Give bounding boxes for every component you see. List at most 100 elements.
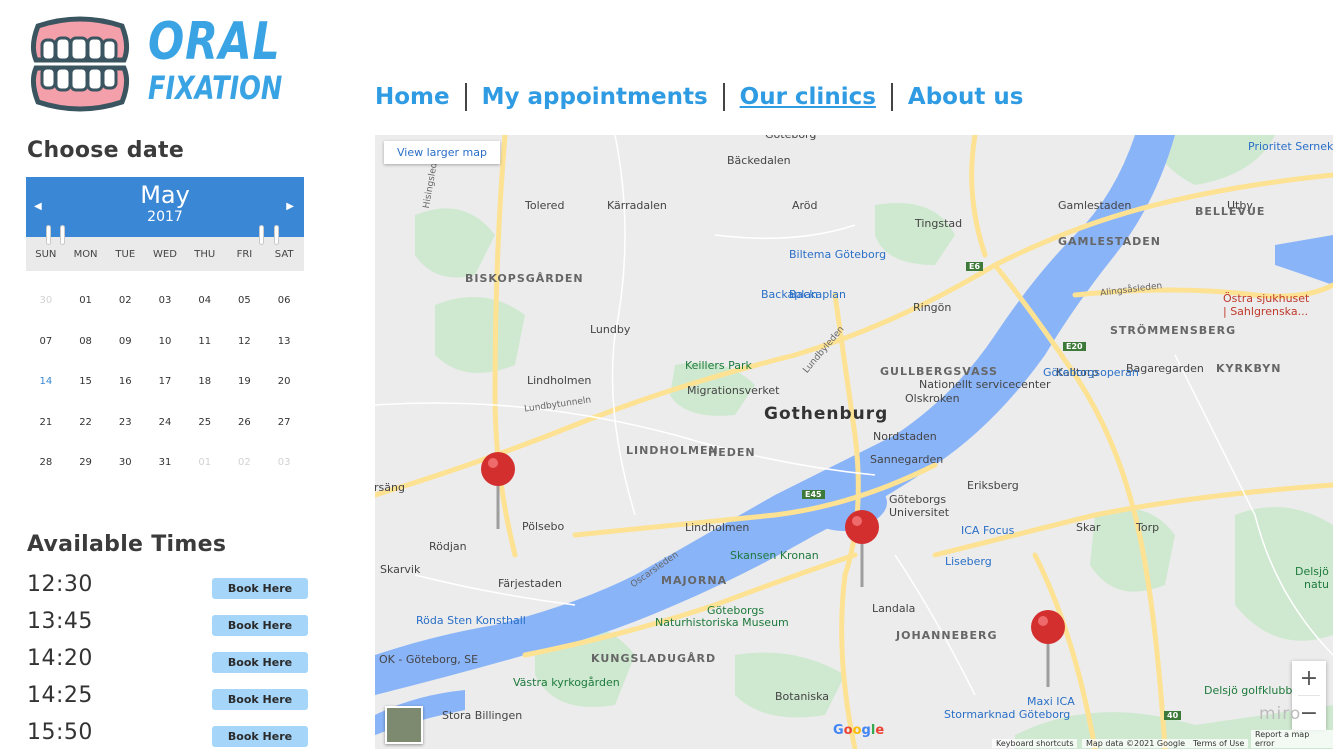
calendar-day[interactable]: 09 xyxy=(105,322,145,363)
calendar-day[interactable]: 21 xyxy=(26,403,66,444)
road-shield: E6 xyxy=(966,262,984,271)
map-place-label: Olskroken xyxy=(905,392,960,405)
calendar-day[interactable]: 14 xyxy=(26,362,66,403)
calendar-day[interactable]: 25 xyxy=(185,403,225,444)
nav-my-appointments[interactable]: My appointments xyxy=(467,82,723,112)
map-place-label: GAMLESTADEN xyxy=(1058,235,1161,248)
book-here-button[interactable]: Book Here xyxy=(212,615,308,636)
time-slot-label: 12:30 xyxy=(27,572,93,597)
view-larger-map-button[interactable]: View larger map xyxy=(384,141,500,164)
calendar-day[interactable]: 11 xyxy=(185,322,225,363)
calendar-day[interactable]: 15 xyxy=(66,362,106,403)
calendar-day[interactable]: 01 xyxy=(66,281,106,322)
map-place-label: Rödjan xyxy=(429,540,467,553)
map-place-label: MAJORNA xyxy=(661,574,728,587)
time-slot-row: 14:25 Book Here xyxy=(27,679,317,716)
main-nav: Home My appointments Our clinics About u… xyxy=(375,82,1038,112)
time-slot-row: 15:50 Book Here xyxy=(27,716,317,753)
time-slot-row: 13:45 Book Here xyxy=(27,605,317,642)
clinics-map[interactable]: Göteborg Bäckedalen Tolered Kärradalen Aröd T… xyxy=(375,135,1333,749)
calendar-day[interactable]: 02 xyxy=(105,281,145,322)
weekday-label: SUN xyxy=(35,248,57,260)
calendar-day[interactable]: 07 xyxy=(26,322,66,363)
time-slot-label: 13:45 xyxy=(27,609,93,634)
map-place-label: natu xyxy=(1304,578,1329,591)
map-place-label: JOHANNEBERG xyxy=(896,629,998,642)
nav-our-clinics[interactable]: Our clinics xyxy=(725,82,891,112)
dentures-icon xyxy=(30,16,130,112)
book-here-button[interactable]: Book Here xyxy=(212,578,308,599)
map-place-label: Torp xyxy=(1136,521,1160,534)
nav-about-us[interactable]: About us xyxy=(893,82,1039,112)
clinic-pin-icon[interactable] xyxy=(1030,609,1066,689)
calendar-day[interactable]: 03 xyxy=(264,443,304,484)
map-place-label: Prioritet Serneke xyxy=(1248,140,1333,153)
calendar-day[interactable]: 08 xyxy=(66,322,106,363)
calendar-ring-decoration xyxy=(46,225,51,245)
calendar-day[interactable]: 12 xyxy=(225,322,265,363)
zoom-in-button[interactable]: + xyxy=(1292,661,1326,695)
map-place-label: Pölsebo xyxy=(522,520,565,533)
map-place-label: KUNGSLADUGÅRD xyxy=(591,652,717,665)
calendar-day[interactable]: 18 xyxy=(185,362,225,403)
map-data-attribution: Map data ©2021 Google xyxy=(1082,739,1190,748)
clinic-pin-icon[interactable] xyxy=(844,509,880,589)
calendar-day[interactable]: 20 xyxy=(264,362,304,403)
map-canvas xyxy=(375,135,1333,749)
calendar-day[interactable]: 16 xyxy=(105,362,145,403)
clinic-pin-icon[interactable] xyxy=(480,451,516,531)
map-place-label: Stormarknad Göteborg xyxy=(944,708,1071,721)
brand-logo[interactable]: ORAL FIXATION xyxy=(30,14,282,119)
time-slot-list: 12:30 Book Here 13:45 Book Here 14:20 Book He… xyxy=(27,568,317,753)
calendar-day[interactable]: 28 xyxy=(26,443,66,484)
calendar-day[interactable]: 24 xyxy=(145,403,185,444)
calendar-day[interactable]: 04 xyxy=(185,281,225,322)
map-place-label: Stora Billingen xyxy=(442,709,523,722)
calendar-day[interactable]: 22 xyxy=(66,403,106,444)
watermark: miro xyxy=(1259,704,1302,724)
report-map-error-link[interactable]: Report a map error xyxy=(1251,730,1333,748)
map-place-label: BELLEVUE xyxy=(1195,205,1266,218)
calendar-ring-decoration xyxy=(259,225,264,245)
map-place-label: ICA Focus xyxy=(961,524,1015,537)
nav-home[interactable]: Home xyxy=(375,82,465,112)
book-here-button[interactable]: Book Here xyxy=(212,652,308,673)
map-place-label: Gamlestaden xyxy=(1058,199,1132,212)
calendar-day[interactable]: 30 xyxy=(105,443,145,484)
map-place-label: Maxi ICA xyxy=(1027,695,1075,708)
calendar-day[interactable]: 23 xyxy=(105,403,145,444)
time-slot-label: 15:50 xyxy=(27,720,93,745)
weekday-label: WED xyxy=(153,248,177,260)
calendar-day[interactable]: 30 xyxy=(26,281,66,322)
map-place-label: HEDEN xyxy=(708,446,756,459)
calendar-day[interactable]: 17 xyxy=(145,362,185,403)
keyboard-shortcuts-link[interactable]: Keyboard shortcuts xyxy=(992,739,1078,748)
road-shield: 40 xyxy=(1164,711,1182,720)
calendar-day[interactable]: 13 xyxy=(264,322,304,363)
map-place-label: KYRKBYN xyxy=(1216,362,1282,375)
map-place-label: Biltema Göteborg xyxy=(789,248,887,261)
calendar-day[interactable]: 31 xyxy=(145,443,185,484)
calendar-day[interactable]: 19 xyxy=(225,362,265,403)
calendar-day-grid: 30 01 02 03 04 05 06 07 08 09 10 11 12 13 14 15 16 17 18 19… xyxy=(26,271,304,484)
map-place-label: Landala xyxy=(872,602,916,615)
next-month-button[interactable]: ▶ xyxy=(286,201,294,212)
calendar-day[interactable]: 26 xyxy=(225,403,265,444)
calendar-day[interactable]: 03 xyxy=(145,281,185,322)
calendar-day[interactable]: 29 xyxy=(66,443,106,484)
book-here-button[interactable]: Book Here xyxy=(212,726,308,747)
calendar-day[interactable]: 02 xyxy=(225,443,265,484)
prev-month-button[interactable]: ◀ xyxy=(34,201,42,212)
map-place-label: Tolered xyxy=(525,199,565,212)
calendar-day[interactable]: 01 xyxy=(185,443,225,484)
map-place-label: Aröd xyxy=(792,199,818,212)
road-shield: E20 xyxy=(1063,342,1086,351)
brand-line2: FIXATION xyxy=(148,69,283,107)
map-place-label: LINDHOLMEN xyxy=(626,444,719,457)
terms-of-use-link[interactable]: Terms of Use xyxy=(1189,739,1249,748)
calendar-day[interactable]: 06 xyxy=(264,281,304,322)
book-here-button[interactable]: Book Here xyxy=(212,689,308,710)
calendar-day[interactable]: 10 xyxy=(145,322,185,363)
calendar-day[interactable]: 27 xyxy=(264,403,304,444)
calendar-day[interactable]: 05 xyxy=(225,281,265,322)
